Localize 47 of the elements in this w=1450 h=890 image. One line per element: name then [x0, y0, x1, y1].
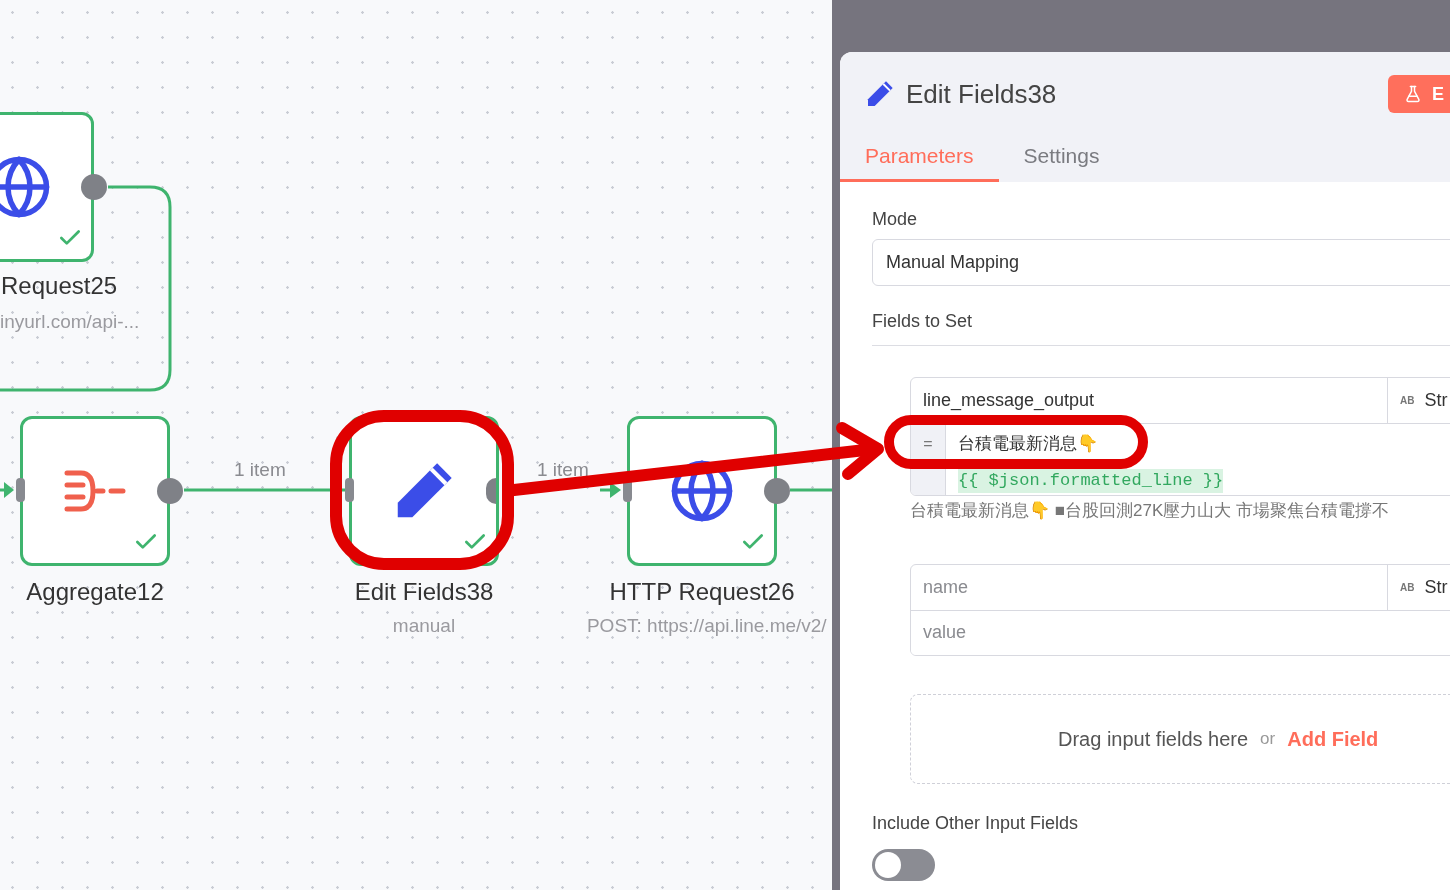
node-subtitle: POST: https://api.line.me/v2/ — [586, 616, 827, 635]
result-preview: 台積電最新消息👇 ■台股回測27K壓力山大 市場聚焦台積電撐不 — [910, 500, 1390, 522]
edge-label: 1 item — [234, 460, 286, 479]
input-handle[interactable] — [345, 478, 354, 502]
node-title: Request25 — [1, 274, 118, 298]
node-title: Aggregate12 — [26, 580, 164, 604]
input-handle[interactable] — [16, 478, 25, 502]
name-field[interactable]: name — [911, 564, 1388, 610]
workflow-node[interactable] — [627, 416, 777, 566]
connection-line — [600, 482, 621, 498]
output-handle[interactable] — [157, 478, 183, 504]
node-title: HTTP Request26 — [609, 580, 795, 604]
globe-icon — [0, 154, 52, 220]
globe-icon — [669, 458, 735, 524]
connection-line — [790, 488, 832, 492]
expression-code: {{ $json.formatted_line }} — [958, 469, 1224, 493]
workflow-node[interactable] — [20, 416, 170, 566]
value-editor[interactable]: 台積電最新消息👇 {{ $json.formatted_line }} — [946, 424, 1224, 495]
type-select[interactable]: AB Str — [1388, 564, 1448, 610]
type-select[interactable]: AB Str — [1388, 378, 1448, 423]
drop-zone-text: Drag input fields here — [1058, 726, 1249, 752]
type-text: Str — [1424, 389, 1448, 412]
type-label: AB — [1400, 580, 1415, 595]
flask-icon — [1404, 85, 1422, 103]
field-label: Include Other Input Fields — [872, 811, 1080, 835]
toggle-switch[interactable] — [872, 848, 935, 881]
panel-title: Edit Fields38 — [906, 77, 1057, 111]
type-text: Str — [1424, 575, 1448, 599]
panel-tab[interactable]: Parameters — [840, 136, 999, 182]
edge-label: 1 item — [537, 460, 589, 479]
output-handle[interactable] — [486, 478, 496, 504]
value-text: 台積電最新消息👇 — [958, 433, 1099, 455]
output-handle[interactable] — [764, 478, 790, 504]
connection-line — [0, 482, 14, 498]
or-text: or — [1260, 727, 1276, 750]
field-label: Mode — [872, 208, 919, 231]
type-label: AB — [1400, 394, 1415, 408]
section-heading: Fields to Set — [872, 308, 1450, 346]
add-field-link[interactable]: Add Field — [1287, 723, 1379, 754]
mode-select[interactable]: Manual Mapping — [872, 239, 1450, 286]
panel-tab[interactable]: Settings — [998, 136, 1125, 182]
name-field[interactable]: line_message_output — [911, 378, 1388, 423]
node-title: Edit Fields38 — [354, 580, 494, 604]
node-subtitle: manual — [392, 616, 456, 635]
node-subtitle: inyurl.com/api-... — [0, 312, 140, 331]
output-handle[interactable] — [81, 174, 107, 200]
test-step-button[interactable]: E — [1388, 75, 1450, 113]
